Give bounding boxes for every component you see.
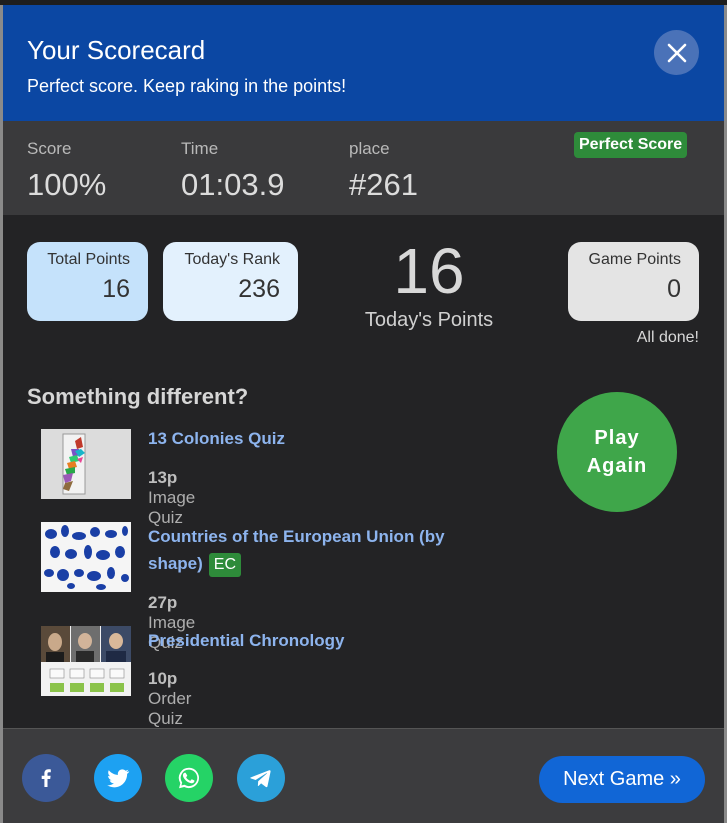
- stats-bar: Score 100% Time 01:03.9 place #261 Perfe…: [3, 121, 724, 215]
- share-facebook-button[interactable]: [22, 754, 70, 802]
- todays-rank-box: Today's Rank 236: [163, 242, 298, 321]
- quiz-title-link[interactable]: 13 Colonies Quiz: [148, 425, 488, 452]
- place-label: place: [349, 139, 390, 158]
- close-icon: [667, 43, 686, 62]
- quiz-points: 27p: [148, 593, 178, 612]
- share-telegram-button[interactable]: [237, 754, 285, 802]
- quiz-meta: 10p Order Quiz: [148, 669, 191, 729]
- scorecard-modal: Your Scorecard Perfect score. Keep rakin…: [3, 5, 724, 823]
- time-label: Time: [181, 139, 219, 158]
- presidents-image: [41, 626, 131, 696]
- total-points-label: Total Points: [47, 251, 130, 268]
- quiz-title-link[interactable]: Countries of the European Union (by shap…: [148, 523, 488, 577]
- time-stat: Time 01:03.9: [181, 139, 284, 203]
- quiz-type: Image Quiz: [148, 488, 196, 527]
- place-value: #261: [349, 167, 418, 202]
- eu-shapes-image: [41, 522, 131, 592]
- todays-rank-value: 236: [238, 275, 280, 303]
- todays-points-value: 16: [393, 235, 465, 307]
- quiz-thumbnail[interactable]: [41, 626, 131, 696]
- total-points-value: 16: [102, 275, 130, 303]
- quiz-points: 10p: [148, 669, 178, 688]
- page-title: Your Scorecard: [27, 35, 206, 65]
- twitter-icon: [107, 769, 130, 788]
- quiz-thumbnail[interactable]: [41, 429, 131, 499]
- quiz-type: Order Quiz: [148, 689, 192, 728]
- game-status: All done!: [636, 329, 699, 346]
- quiz-title-line2: shape): [148, 554, 203, 573]
- colonies-map-image: [41, 429, 131, 499]
- quiz-thumbnail[interactable]: [41, 522, 131, 592]
- score-value: 100%: [27, 167, 107, 202]
- game-points-value: 0: [667, 275, 681, 303]
- scorecard-header: Your Scorecard Perfect score. Keep rakin…: [3, 5, 724, 121]
- ec-badge: EC: [208, 553, 242, 577]
- game-points-label: Game Points: [588, 251, 681, 268]
- total-points-box: Total Points 16: [27, 242, 148, 321]
- time-value: 01:03.9: [181, 167, 285, 202]
- play-again-button[interactable]: Play Again: [557, 392, 677, 512]
- quiz-points: 13p: [148, 468, 178, 487]
- score-stat: Score 100%: [27, 139, 106, 203]
- telegram-icon: [250, 770, 271, 788]
- todays-points-label: Today's Points: [364, 309, 494, 331]
- share-whatsapp-button[interactable]: [165, 754, 213, 802]
- suggestions-title: Something different?: [27, 384, 249, 409]
- quiz-title-line1: Countries of the European Union (by: [148, 527, 445, 546]
- facebook-icon: [41, 769, 51, 787]
- quiz-title-link[interactable]: Presidential Chronology: [148, 627, 488, 654]
- quiz-meta: 13p Image Quiz: [148, 468, 195, 528]
- footer: Next Game »: [3, 728, 724, 823]
- whatsapp-icon: [178, 767, 199, 789]
- next-game-button[interactable]: Next Game »: [539, 756, 705, 803]
- close-button[interactable]: [654, 30, 699, 75]
- place-stat: place #261: [349, 139, 418, 203]
- share-twitter-button[interactable]: [94, 754, 142, 802]
- todays-rank-label: Today's Rank: [184, 251, 280, 268]
- play-again-label: Play Again: [586, 427, 648, 477]
- perfect-score-badge: Perfect Score: [574, 132, 688, 158]
- score-label: Score: [27, 139, 72, 158]
- game-points-box: Game Points 0: [568, 242, 699, 321]
- todays-points: 16 Today's Points: [343, 239, 515, 332]
- page-subtitle: Perfect score. Keep raking in the points…: [27, 76, 347, 96]
